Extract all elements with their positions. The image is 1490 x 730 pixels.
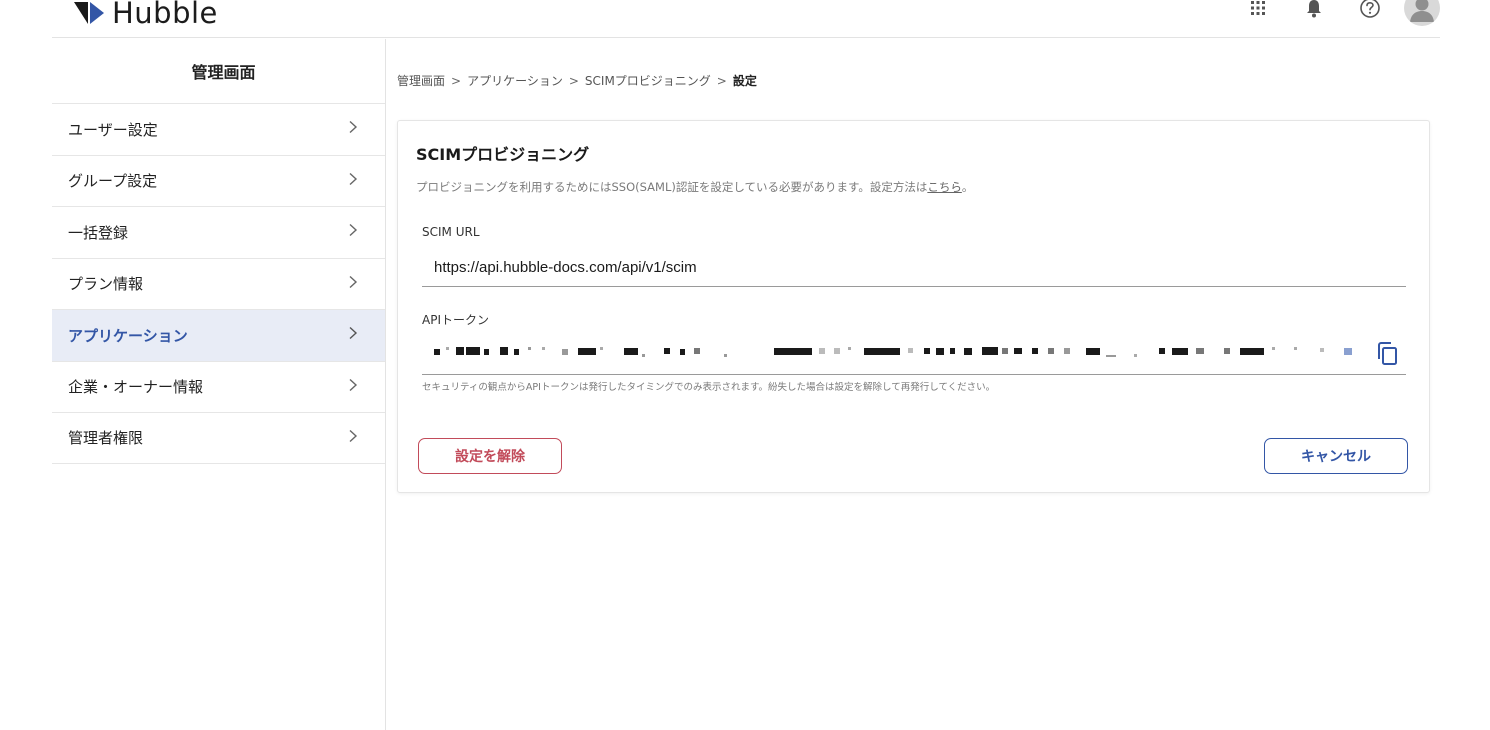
logo-text: Hubble xyxy=(112,0,218,30)
token-help-text: セキュリティの観点からAPIトークンは発行したタイミングでのみ表示されます。紛失… xyxy=(422,382,996,393)
sidebar-nav: ユーザー設定 グループ設定 一括登録プラン情報アプリケーション 企業・オーナー情報 管理… xyxy=(52,103,385,464)
avatar-icon[interactable] xyxy=(1404,0,1440,26)
sidebar-item-bulk-register[interactable]: 一括登録 xyxy=(52,206,385,258)
chevron-right-icon xyxy=(348,378,358,396)
cancel-button[interactable]: キャンセル xyxy=(1264,438,1408,474)
sidebar-item-label: 管理者権限 xyxy=(68,429,144,448)
sidebar-item-groups[interactable]: グループ設定 xyxy=(52,154,385,207)
breadcrumb-separator: > xyxy=(716,74,727,88)
sidebar-item-label: ユーザー設定 xyxy=(68,120,158,139)
sidebar-item-label: アプリケーション xyxy=(68,326,188,345)
breadcrumb: 管理画面 > アプリケーション > SCIMプロビジョニング > 設定 xyxy=(397,72,757,89)
sidebar-item-admin-rights[interactable]: 管理者権限 xyxy=(52,412,385,464)
card-description: プロビジョニングを利用するためにはSSO(SAML)認証を設定している必要があり… xyxy=(416,179,973,195)
chevron-right-icon xyxy=(348,120,358,138)
api-token-field[interactable] xyxy=(422,337,1406,375)
description-text: プロビジョニングを利用するためにはSSO(SAML)認証を設定している必要があり… xyxy=(416,180,928,194)
breadcrumb-item-admin[interactable]: 管理画面 xyxy=(397,74,445,88)
breadcrumb-item-scim[interactable]: SCIMプロビジョニング xyxy=(585,74,711,88)
sidebar: 管理画面 ユーザー設定 グループ設定 一括登録プラン情報アプリケーション 企業・オーナ… xyxy=(52,39,386,730)
chevron-right-icon xyxy=(348,223,358,241)
bell-icon[interactable] xyxy=(1302,0,1326,20)
breadcrumb-current: 設定 xyxy=(732,74,757,88)
chevron-right-icon xyxy=(348,172,358,190)
masked-token xyxy=(434,347,1352,357)
sidebar-item-users[interactable]: ユーザー設定 xyxy=(52,103,385,155)
sidebar-item-company-owner[interactable]: 企業・オーナー情報 xyxy=(52,360,385,413)
logo[interactable]: Hubble xyxy=(70,0,218,30)
remove-settings-button[interactable]: 設定を解除 xyxy=(418,438,562,474)
card-title: SCIMプロビジョニング xyxy=(416,145,590,164)
sidebar-item-plan[interactable]: プラン情報 xyxy=(52,257,385,310)
breadcrumb-separator: > xyxy=(451,74,462,88)
sidebar-title: 管理画面 xyxy=(191,63,256,82)
scim-url-label: SCIM URL xyxy=(422,225,480,239)
sidebar-item-label: 企業・オーナー情報 xyxy=(68,378,204,397)
copy-icon[interactable] xyxy=(1376,341,1400,367)
sidebar-item-label: プラン情報 xyxy=(68,275,144,294)
sidebar-item-application[interactable]: アプリケーション xyxy=(52,309,385,361)
sidebar-item-label: 一括登録 xyxy=(68,223,129,242)
breadcrumb-separator: > xyxy=(568,74,579,88)
apps-grid-icon[interactable] xyxy=(1246,0,1270,20)
description-link[interactable]: こちら xyxy=(927,180,962,194)
top-bar: Hubble xyxy=(52,0,1440,38)
scim-settings-card: SCIMプロビジョニング プロビジョニングを利用するためにはSSO(SAML)認… xyxy=(397,120,1430,493)
chevron-right-icon xyxy=(348,275,358,293)
hubble-logo-icon xyxy=(74,2,104,24)
scim-url-field[interactable] xyxy=(422,249,1406,287)
help-icon[interactable] xyxy=(1358,0,1382,20)
description-end: 。 xyxy=(961,180,974,194)
chevron-right-icon xyxy=(348,326,358,344)
chevron-right-icon xyxy=(348,429,358,447)
sidebar-item-label: グループ設定 xyxy=(68,172,158,191)
api-token-label: APIトークン xyxy=(422,313,489,327)
breadcrumb-item-application[interactable]: アプリケーション xyxy=(467,74,563,88)
